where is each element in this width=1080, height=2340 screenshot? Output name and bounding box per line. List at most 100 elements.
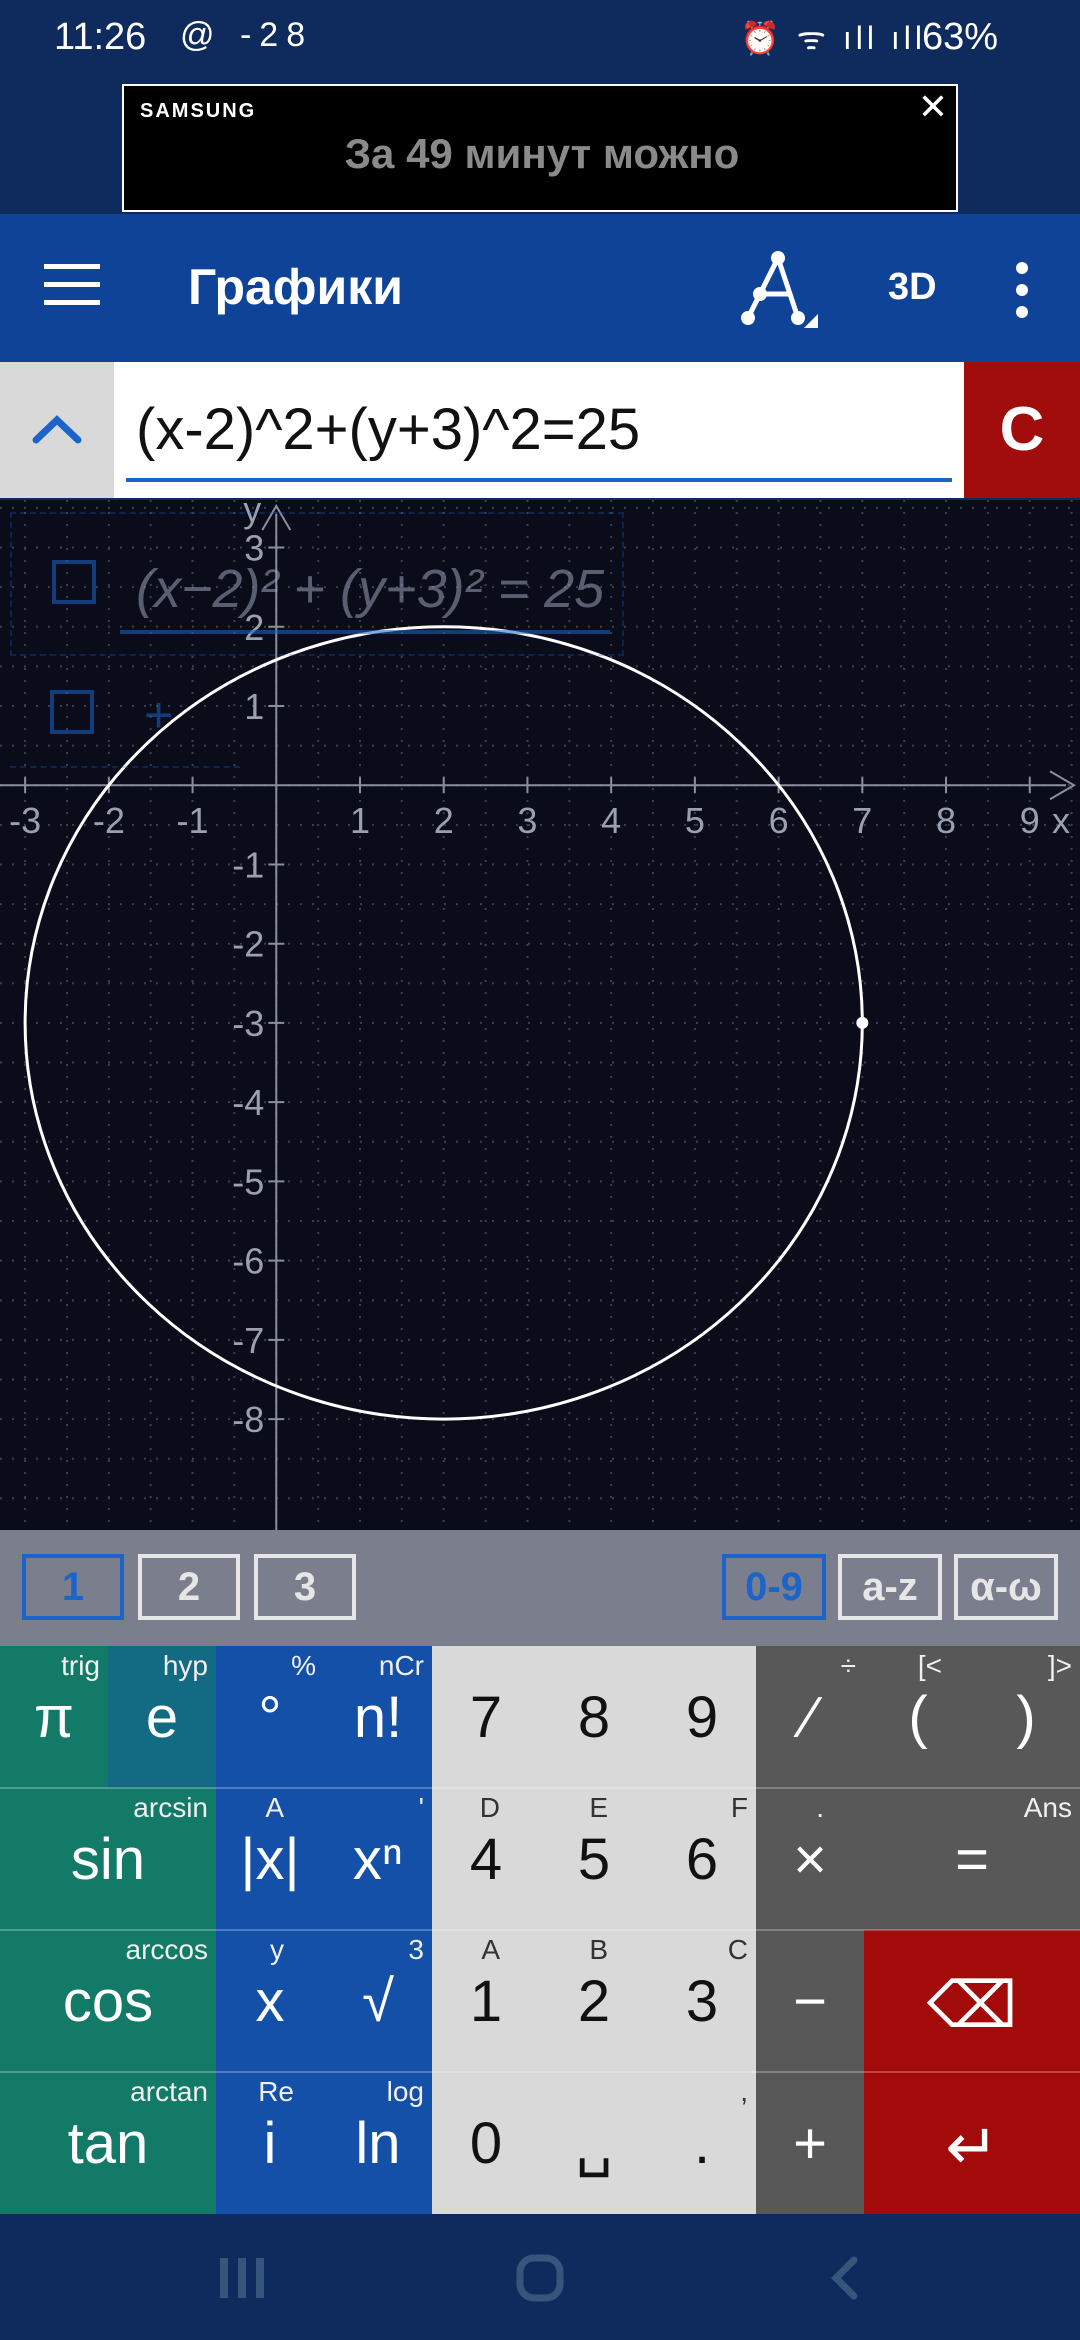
key-open-paren[interactable]: [< ( bbox=[864, 1646, 972, 1788]
key-3[interactable]: C3 bbox=[648, 1930, 756, 2072]
key-5[interactable]: E5 bbox=[540, 1788, 648, 1930]
key-9[interactable]: 9 bbox=[648, 1646, 756, 1788]
key-equals-label: = bbox=[955, 1827, 989, 1892]
y-tick-label: -1 bbox=[232, 844, 264, 885]
key-space-label: ␣ bbox=[575, 2112, 613, 2177]
x-axis-label: x bbox=[1052, 800, 1070, 841]
key-close-paren-secondary: ]> bbox=[1047, 1650, 1072, 1681]
backspace-icon[interactable]: ⌫ bbox=[864, 1930, 1080, 2072]
expression-field[interactable]: (x-2)^2+(y+3)^2=25 bbox=[114, 362, 964, 498]
y-tick-label: -4 bbox=[232, 1082, 264, 1123]
key-7-label: 7 bbox=[469, 1685, 503, 1750]
ad-close-icon[interactable]: ✕ bbox=[918, 86, 948, 128]
key-sqrt-secondary: 3 bbox=[408, 1934, 424, 1965]
key-tan[interactable]: arctan tan bbox=[0, 2072, 216, 2214]
key-decimal-secondary: , bbox=[740, 2076, 748, 2107]
tab-keyboard-1[interactable]: 1 bbox=[22, 1554, 124, 1620]
key-factorial-label: n! bbox=[353, 1685, 403, 1750]
key-close-paren[interactable]: ]>) bbox=[972, 1646, 1080, 1788]
tab-keyboard-2[interactable]: 2 bbox=[138, 1554, 240, 1620]
new-entry-checkbox[interactable] bbox=[50, 690, 94, 734]
app-bar: Графики 3D bbox=[0, 214, 1080, 362]
add-entry-icon[interactable]: + bbox=[144, 686, 173, 744]
key-sin-secondary: arcsin bbox=[133, 1792, 208, 1823]
ad-text: За 49 минут можно bbox=[344, 130, 740, 177]
key-degree[interactable]: % ° bbox=[216, 1646, 324, 1788]
enter-icon[interactable]: ↵ bbox=[864, 2072, 1080, 2214]
key-pi[interactable]: trig π bbox=[0, 1646, 108, 1788]
keypad: trig π hyp e % ° nCr n! 7 8 9 ÷ ∕ [<( ]>) arc… bbox=[0, 1646, 1080, 2214]
key-multiply[interactable]: . × bbox=[756, 1788, 864, 1930]
circle-point bbox=[856, 1016, 869, 1029]
row-divider bbox=[0, 2071, 1080, 2073]
battery-percent: 63% bbox=[922, 16, 999, 58]
key-9-label: 9 bbox=[685, 1685, 719, 1750]
chevron-up-icon[interactable] bbox=[0, 362, 114, 498]
key-e[interactable]: hyp e bbox=[108, 1646, 216, 1788]
key-4-label: 4 bbox=[469, 1827, 503, 1892]
key-e-secondary: hyp bbox=[162, 1650, 208, 1681]
key-equals[interactable]: Ans = bbox=[864, 1788, 1080, 1930]
key-sqrt[interactable]: 3 √ bbox=[324, 1930, 432, 2072]
key-backspace-label: ⌫ bbox=[926, 1969, 1018, 2041]
x-tick-label: 2 bbox=[434, 800, 454, 841]
key-decimal[interactable]: ,. bbox=[648, 2072, 756, 2214]
ad-banner[interactable]: SAMSUNG За 49 минут можно ✕ bbox=[122, 84, 958, 212]
key-1[interactable]: A1 bbox=[432, 1930, 540, 2072]
mode-3d-button[interactable]: 3D bbox=[888, 266, 937, 309]
key-x-secondary: y bbox=[270, 1934, 284, 1965]
status-bar: 11:26 @ -28 ⏰ ᯤ ıll ıll 63% bbox=[0, 0, 1080, 84]
tab-latin[interactable]: a-z bbox=[838, 1554, 942, 1620]
key-5-secondary: E bbox=[589, 1792, 608, 1823]
key-i[interactable]: Re i bbox=[216, 2072, 324, 2214]
key-abs[interactable]: A |x| bbox=[216, 1788, 324, 1930]
key-sin[interactable]: arcsin sin bbox=[0, 1788, 216, 1930]
key-8[interactable]: 8 bbox=[540, 1646, 648, 1788]
y-tick-label: -2 bbox=[232, 924, 264, 965]
key-plus[interactable]: + bbox=[756, 2072, 864, 2214]
y-tick-label: -3 bbox=[232, 1003, 264, 1044]
algebra-entry[interactable]: (x−2)² + (y+3)² = 25 bbox=[10, 512, 624, 656]
key-6[interactable]: F6 bbox=[648, 1788, 756, 1930]
status-notification-icons: @ -28 bbox=[180, 16, 314, 54]
key-factorial[interactable]: nCr n! bbox=[324, 1646, 432, 1788]
x-tick-label: -1 bbox=[177, 800, 209, 841]
more-vert-icon[interactable] bbox=[1012, 260, 1032, 320]
geometry-tool-icon[interactable] bbox=[738, 248, 822, 332]
key-fraction[interactable]: ÷ ∕ bbox=[756, 1646, 864, 1788]
recents-icon[interactable] bbox=[214, 2250, 270, 2306]
key-4[interactable]: D4 bbox=[432, 1788, 540, 1930]
algebra-new-entry[interactable]: + bbox=[10, 670, 240, 768]
tab-keyboard-3[interactable]: 3 bbox=[254, 1554, 356, 1620]
entry-checkbox[interactable] bbox=[52, 560, 96, 604]
key-power[interactable]: ' xⁿ bbox=[324, 1788, 432, 1930]
key-sin-label: sin bbox=[70, 1827, 146, 1892]
key-2-label: 2 bbox=[577, 1969, 611, 2034]
key-0-label: 0 bbox=[469, 2111, 503, 2176]
y-tick-label: 1 bbox=[244, 686, 264, 727]
key-x-label: x bbox=[255, 1969, 285, 2034]
home-icon[interactable] bbox=[512, 2250, 568, 2306]
key-ln[interactable]: log ln bbox=[324, 2072, 432, 2214]
graph-canvas[interactable]: -3 -2 -1 1 2 3 4 5 6 7 8 9 3 2 1 -1 -2 -3 -4 -5 -6 -7 -8 x y (x−… bbox=[0, 500, 1080, 1530]
key-cos[interactable]: arccos cos bbox=[0, 1930, 216, 2072]
ad-brand: SAMSUNG bbox=[140, 100, 257, 122]
key-space[interactable]: ␣ bbox=[540, 2072, 648, 2214]
key-pi-secondary: trig bbox=[61, 1650, 100, 1681]
x-tick-label: 3 bbox=[517, 800, 537, 841]
key-cos-label: cos bbox=[62, 1969, 154, 2034]
hamburger-icon[interactable] bbox=[44, 264, 100, 308]
tab-digits[interactable]: 0-9 bbox=[722, 1554, 826, 1620]
key-2[interactable]: B2 bbox=[540, 1930, 648, 2072]
expression-input-row: (x-2)^2+(y+3)^2=25 C bbox=[0, 362, 1080, 498]
key-minus[interactable]: − bbox=[756, 1930, 864, 2072]
key-i-label: i bbox=[263, 2111, 277, 2176]
clear-button[interactable]: C bbox=[964, 362, 1080, 498]
key-7[interactable]: 7 bbox=[432, 1646, 540, 1788]
key-0[interactable]: 0 bbox=[432, 2072, 540, 2214]
back-icon[interactable] bbox=[818, 2250, 874, 2306]
key-fraction-label: ∕ bbox=[805, 1685, 815, 1750]
tab-greek[interactable]: α-ω bbox=[954, 1554, 1058, 1620]
key-8-label: 8 bbox=[577, 1685, 611, 1750]
key-x[interactable]: yx bbox=[216, 1930, 324, 2072]
